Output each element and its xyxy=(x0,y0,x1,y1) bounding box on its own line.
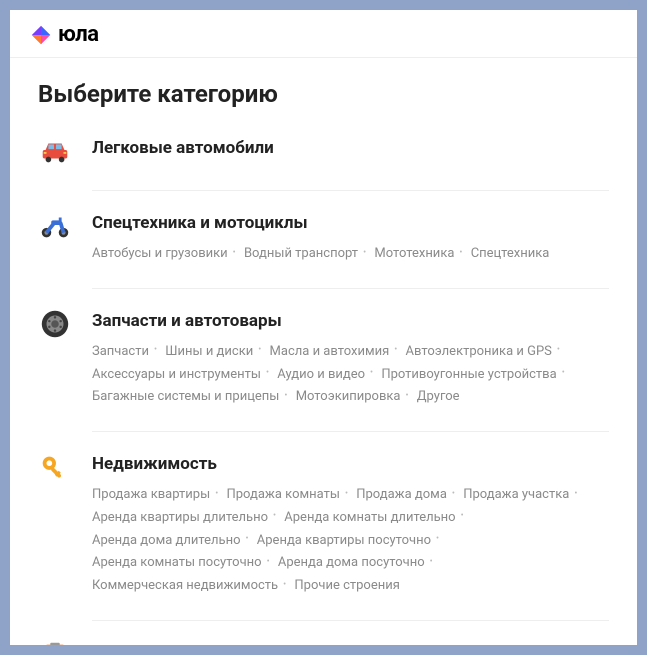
category-realty: НедвижимостьПродажа квартиры• Продажа ко… xyxy=(38,454,609,621)
subcategory-link[interactable]: Прочие строения xyxy=(294,578,399,593)
page-title: Выберите категорию xyxy=(38,80,609,108)
subcategory-link[interactable]: Аудио и видео xyxy=(277,367,365,382)
subcategory-link[interactable]: Продажа квартиры xyxy=(92,487,210,502)
subcategory-link[interactable]: Мототехника xyxy=(374,246,454,261)
category-title[interactable]: Недвижимость xyxy=(92,454,609,474)
separator-dot: • xyxy=(262,557,275,567)
subcategory-link[interactable]: Продажа комнаты xyxy=(226,487,339,502)
brand-text[interactable]: юла xyxy=(58,22,98,47)
separator-dot: • xyxy=(552,345,565,355)
separator-dot: • xyxy=(358,248,371,258)
category-cars: Легковые автомобили xyxy=(38,138,609,191)
separator-dot: • xyxy=(431,534,444,544)
separator-dot: • xyxy=(253,345,266,355)
moto-icon xyxy=(38,209,72,243)
subcategory-link[interactable]: Аренда комнаты длительно xyxy=(284,510,455,525)
services-icon xyxy=(38,639,72,645)
subcategory-list: Автобусы и грузовики• Водный транспорт• … xyxy=(92,243,609,266)
subcategory-list: Продажа квартиры• Продажа комнаты• Прода… xyxy=(92,484,609,598)
subcategory-link[interactable]: Аренда квартиры длительно xyxy=(92,510,268,525)
header: юла xyxy=(10,10,637,58)
category-body: Запчасти и автотоварыЗапчасти• Шины и ди… xyxy=(92,311,609,432)
category-title[interactable]: Услуги xyxy=(92,643,609,645)
subcategory-link[interactable]: Противоугонные устройства xyxy=(381,367,556,382)
separator-dot: • xyxy=(557,368,570,378)
subcategory-link[interactable]: Аренда квартиры посуточно xyxy=(257,533,431,548)
app-frame: юла Выберите категорию Легковые автомоби… xyxy=(10,10,637,645)
separator-dot: • xyxy=(425,557,438,567)
subcategory-link[interactable]: Аренда дома посуточно xyxy=(278,555,425,570)
subcategory-link[interactable]: Аренда дома длительно xyxy=(92,533,241,548)
realty-icon xyxy=(38,450,72,484)
category-body: НедвижимостьПродажа квартиры• Продажа ко… xyxy=(92,454,609,621)
subcategory-link[interactable]: Продажа дома xyxy=(356,487,447,502)
content: Выберите категорию Легковые автомобили Сп… xyxy=(10,58,637,645)
subcategory-link[interactable]: Спецтехника xyxy=(471,246,550,261)
separator-dot: • xyxy=(241,534,254,544)
separator-dot: • xyxy=(261,368,274,378)
separator-dot: • xyxy=(340,489,353,499)
subcategory-link[interactable]: Аксессуары и инструменты xyxy=(92,367,261,382)
separator-dot: • xyxy=(278,580,291,590)
subcategory-link[interactable]: Багажные системы и прицепы xyxy=(92,389,279,404)
subcategory-link[interactable]: Коммерческая недвижимость xyxy=(92,578,278,593)
category-moto: Спецтехника и мотоциклы Автобусы и грузов… xyxy=(38,213,609,289)
logo-icon xyxy=(30,24,52,46)
subcategory-link[interactable]: Шины и диски xyxy=(165,344,253,359)
subcategory-link[interactable]: Мотоэкипировка xyxy=(296,389,401,404)
subcategory-link[interactable]: Автоэлектроника и GPS xyxy=(406,344,552,359)
subcategory-link[interactable]: Другое xyxy=(417,389,460,404)
cars-icon xyxy=(38,134,72,168)
separator-dot: • xyxy=(149,345,162,355)
subcategory-link[interactable]: Автобусы и грузовики xyxy=(92,246,228,261)
separator-dot: • xyxy=(279,391,292,401)
category-title[interactable]: Спецтехника и мотоциклы xyxy=(92,213,609,233)
subcategory-link[interactable]: Масла и автохимия xyxy=(270,344,390,359)
subcategory-link[interactable]: Продажа участка xyxy=(463,487,569,502)
category-body: Легковые автомобили xyxy=(92,138,609,191)
categories-list: Легковые автомобили Спецтехника и мотоцик… xyxy=(38,138,609,645)
category-body: Спецтехника и мотоциклы Автобусы и грузов… xyxy=(92,213,609,289)
category-title[interactable]: Запчасти и автотовары xyxy=(92,311,609,331)
separator-dot: • xyxy=(228,248,241,258)
category-parts: Запчасти и автотоварыЗапчасти• Шины и ди… xyxy=(38,311,609,432)
subcategory-list: Запчасти• Шины и диски• Масла и автохими… xyxy=(92,341,609,409)
parts-icon xyxy=(38,307,72,341)
category-title[interactable]: Легковые автомобили xyxy=(92,138,609,158)
separator-dot: • xyxy=(210,489,223,499)
category-services: УслугиРемонт и строительство• Мастер на … xyxy=(38,643,609,645)
subcategory-link[interactable]: Запчасти xyxy=(92,344,149,359)
category-body: УслугиРемонт и строительство• Мастер на … xyxy=(92,643,609,645)
separator-dot: • xyxy=(569,489,582,499)
separator-dot: • xyxy=(447,489,460,499)
separator-dot: • xyxy=(389,345,402,355)
subcategory-link[interactable]: Аренда комнаты посуточно xyxy=(92,555,262,570)
separator-dot: • xyxy=(454,248,467,258)
separator-dot: • xyxy=(456,511,469,521)
separator-dot: • xyxy=(365,368,378,378)
separator-dot: • xyxy=(268,511,281,521)
subcategory-link[interactable]: Водный транспорт xyxy=(244,246,358,261)
separator-dot: • xyxy=(401,391,414,401)
